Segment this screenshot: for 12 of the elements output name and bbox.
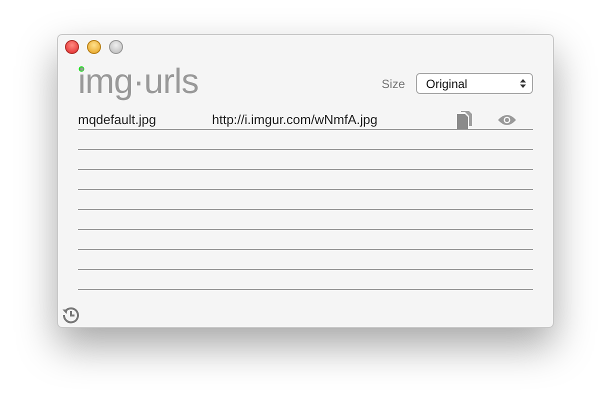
minimize-button[interactable] [87, 40, 101, 54]
close-button[interactable] [65, 40, 79, 54]
size-dropdown[interactable]: Original [416, 73, 533, 94]
up-down-arrows-icon [520, 79, 526, 88]
image-url: http://i.imgur.com/wNmfA.jpg [212, 112, 378, 127]
history-icon[interactable] [62, 306, 80, 324]
eye-icon[interactable] [498, 114, 516, 126]
copy-icon[interactable] [457, 110, 472, 128]
file-name: mqdefault.jpg [78, 112, 158, 127]
size-label: Size [382, 76, 405, 90]
app-logo: img·urls [78, 63, 198, 101]
zoom-button[interactable] [109, 40, 123, 54]
